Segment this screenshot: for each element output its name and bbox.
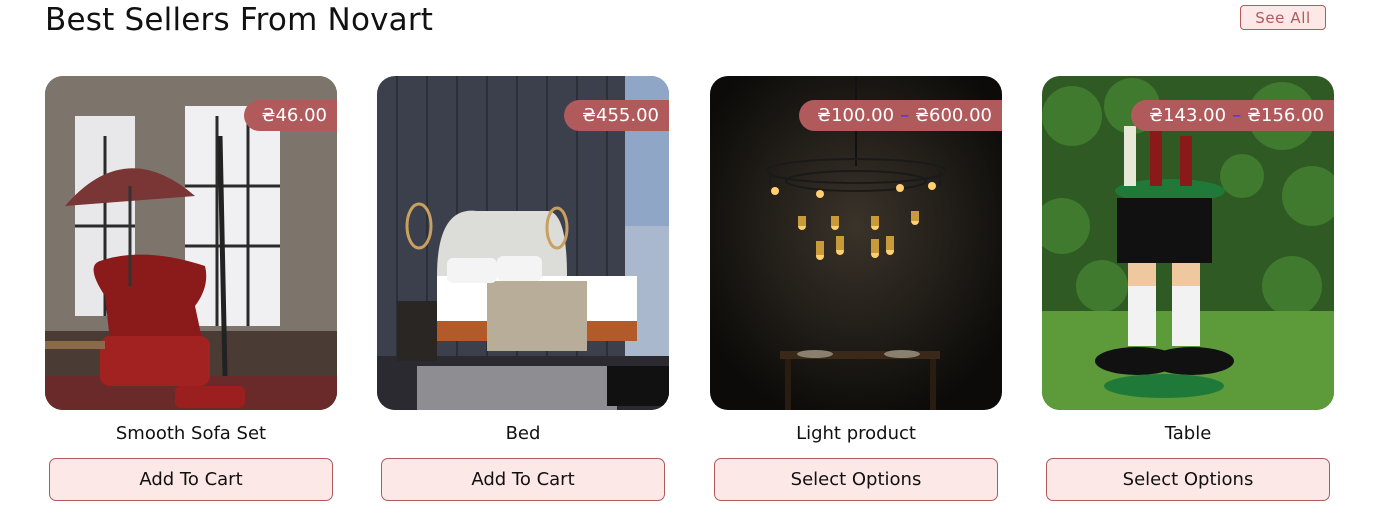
add-to-cart-button[interactable]: Add To Cart: [49, 458, 333, 501]
price-badge: ₴46.00: [243, 100, 337, 131]
product-name[interactable]: Smooth Sofa Set: [45, 422, 337, 446]
price-badge: ₴455.00: [564, 100, 669, 131]
price-badge: ₴143.00– ₴156.00: [1131, 100, 1334, 131]
product-name[interactable]: Bed: [377, 422, 669, 446]
product-card: ₴100.00– ₴600.00 Light product Select Opt…: [710, 76, 1002, 501]
see-all-button[interactable]: See All: [1240, 5, 1326, 30]
product-name[interactable]: Table: [1042, 422, 1334, 446]
price-badge: ₴100.00– ₴600.00: [799, 100, 1002, 131]
product-image-chandelier[interactable]: ₴100.00– ₴600.00: [710, 76, 1002, 410]
section-title: Best Sellers From Novart: [45, 2, 434, 38]
product-name[interactable]: Light product: [710, 422, 1002, 446]
add-to-cart-button[interactable]: Add To Cart: [381, 458, 665, 501]
select-options-button[interactable]: Select Options: [1046, 458, 1330, 501]
product-image-bed[interactable]: ₴455.00: [377, 76, 669, 410]
product-image-table[interactable]: ₴143.00– ₴156.00: [1042, 76, 1334, 410]
product-card: ₴46.00 Smooth Sofa Set Add To Cart: [45, 76, 337, 501]
select-options-button[interactable]: Select Options: [714, 458, 998, 501]
product-card: ₴455.00 Bed Add To Cart: [377, 76, 669, 501]
product-card: ₴143.00– ₴156.00 Table Select Options: [1042, 76, 1334, 501]
product-image-sofa[interactable]: ₴46.00: [45, 76, 337, 410]
